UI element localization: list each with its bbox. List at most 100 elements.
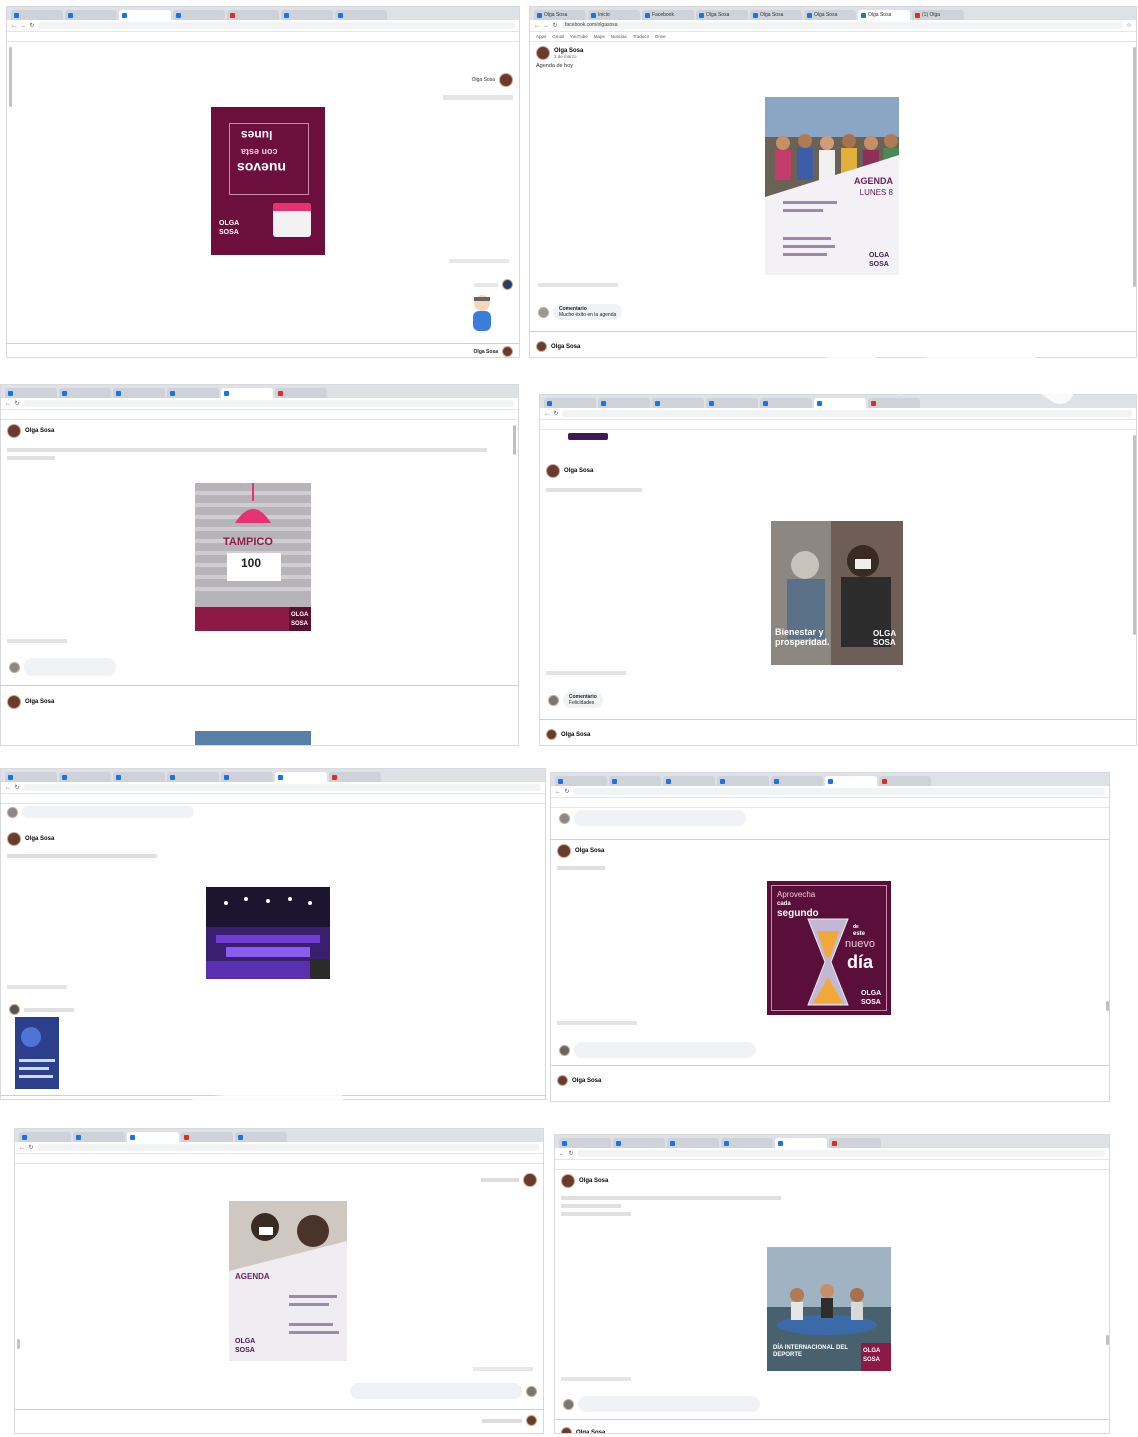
avatar[interactable]	[546, 464, 560, 478]
url-input[interactable]	[23, 400, 514, 407]
post-image[interactable]: AGENDA LUNES 8 OLGA SOSA	[765, 97, 899, 275]
reload-icon[interactable]: ↻	[564, 788, 570, 795]
avatar[interactable]	[561, 1427, 572, 1433]
avatar[interactable]	[502, 279, 513, 290]
url-input[interactable]	[23, 784, 541, 791]
back-icon[interactable]: ←	[534, 23, 540, 29]
browser-tab[interactable]	[59, 388, 111, 398]
url-input[interactable]	[577, 1150, 1105, 1157]
post-timestamp[interactable]: 2 de marzo	[554, 54, 583, 59]
reload-icon[interactable]: ↻	[552, 22, 558, 29]
scrollbar[interactable]	[17, 1339, 20, 1349]
browser-tab[interactable]	[11, 10, 63, 20]
browser-tab[interactable]: Olga Sosa	[804, 10, 856, 20]
bookmark-item[interactable]: Traducir	[633, 34, 649, 39]
star-icon[interactable]: ☆	[1126, 22, 1132, 29]
post-author-name[interactable]: Olga Sosa	[25, 699, 54, 705]
browser-tab[interactable]	[663, 776, 715, 786]
browser-tab[interactable]	[173, 10, 225, 20]
reload-icon[interactable]: ↻	[553, 410, 559, 417]
scrollbar[interactable]	[9, 47, 12, 107]
back-icon[interactable]: ←	[559, 1151, 565, 1157]
browser-tab[interactable]	[59, 772, 111, 782]
browser-tab[interactable]	[717, 776, 769, 786]
browser-tab[interactable]: Olga Sosa	[858, 10, 910, 20]
post-image[interactable]: Aprovecha cada segundo de este nuevo día…	[767, 881, 891, 1015]
browser-tab[interactable]: Facebook	[642, 10, 694, 20]
post-author-name[interactable]: Olga Sosa	[561, 732, 590, 738]
reload-icon[interactable]: ↻	[14, 400, 20, 407]
browser-tab[interactable]	[829, 1138, 881, 1148]
post-image[interactable]	[195, 731, 311, 745]
browser-tab[interactable]	[167, 388, 219, 398]
reload-icon[interactable]: ↻	[29, 22, 35, 29]
browser-tab[interactable]	[119, 10, 171, 20]
browser-tab[interactable]	[181, 1132, 233, 1142]
back-icon[interactable]: ←	[555, 789, 561, 795]
avatar[interactable]	[523, 1173, 537, 1187]
bookmark-item[interactable]: Drive	[655, 34, 666, 39]
browser-tab[interactable]	[167, 772, 219, 782]
browser-tab[interactable]	[5, 772, 57, 782]
post-author-name[interactable]: Olga Sosa	[576, 1430, 605, 1434]
avatar[interactable]	[536, 46, 550, 60]
post-author-name[interactable]: Olga Sosa	[575, 848, 604, 854]
avatar[interactable]	[526, 1415, 537, 1426]
browser-tab[interactable]	[5, 388, 57, 398]
browser-tab[interactable]: Olga Sosa	[696, 10, 748, 20]
url-input[interactable]	[562, 410, 1132, 417]
back-icon[interactable]: ←	[11, 23, 17, 29]
scrollbar[interactable]	[1133, 47, 1136, 287]
post-author-name[interactable]: Olga Sosa	[25, 428, 54, 434]
browser-tab[interactable]	[555, 776, 607, 786]
post-author-name[interactable]	[482, 1418, 522, 1423]
browser-tab[interactable]	[275, 772, 327, 782]
post-author-name[interactable]: Olga Sosa	[472, 77, 495, 83]
scrollbar[interactable]	[513, 425, 516, 455]
post-author-name[interactable]	[481, 1178, 519, 1182]
browser-tab[interactable]	[879, 776, 931, 786]
browser-tab[interactable]	[613, 1138, 665, 1148]
browser-tab[interactable]	[706, 398, 758, 408]
bookmark-item[interactable]: Noticias	[611, 34, 627, 39]
url-input[interactable]: facebook.com/olgasosa	[561, 22, 1123, 29]
avatar[interactable]	[538, 306, 549, 318]
browser-tab[interactable]	[771, 776, 823, 786]
avatar[interactable]	[526, 1385, 537, 1397]
post-author-name[interactable]: Olga Sosa	[25, 836, 54, 842]
back-icon[interactable]: ←	[544, 411, 550, 417]
browser-tab[interactable]	[760, 398, 812, 408]
post-image[interactable]: lunes con esta nuevos OLGA SOSA	[211, 107, 325, 255]
browser-tab[interactable]	[335, 10, 387, 20]
post-author-name[interactable]: Olga Sosa	[564, 468, 593, 474]
comment-image[interactable]	[15, 1017, 59, 1089]
browser-tab[interactable]	[127, 1132, 179, 1142]
avatar[interactable]	[9, 661, 20, 673]
scrollbar[interactable]	[1133, 435, 1136, 635]
browser-tab[interactable]: (1) Olga	[912, 10, 964, 20]
post-image[interactable]: AGENDA OLGA SOSA	[229, 1201, 347, 1361]
browser-tab[interactable]	[559, 1138, 611, 1148]
forward-icon[interactable]: →	[543, 23, 549, 29]
avatar[interactable]	[536, 341, 547, 352]
browser-tab[interactable]	[775, 1138, 827, 1148]
browser-tab[interactable]	[221, 388, 273, 398]
scrollbar[interactable]	[1106, 1001, 1109, 1011]
reload-icon[interactable]: ↻	[568, 1150, 574, 1157]
browser-tab[interactable]	[721, 1138, 773, 1148]
bookmark-item[interactable]: Gmail	[552, 34, 564, 39]
browser-tab[interactable]	[19, 1132, 71, 1142]
browser-tab[interactable]	[667, 1138, 719, 1148]
forward-icon[interactable]: →	[20, 23, 26, 29]
avatar[interactable]	[559, 812, 570, 824]
avatar[interactable]	[559, 1044, 570, 1056]
avatar[interactable]	[7, 832, 21, 846]
bookmark-item[interactable]: YouTube	[570, 34, 588, 39]
browser-tab[interactable]	[73, 1132, 125, 1142]
back-icon[interactable]: ←	[5, 401, 11, 407]
browser-tab[interactable]	[329, 772, 381, 782]
bookmark-item[interactable]: Maps	[594, 34, 605, 39]
reload-icon[interactable]: ↻	[14, 784, 20, 791]
browser-tab[interactable]	[275, 388, 327, 398]
post-image[interactable]: TAMPICO 100 OLGA SOSA	[195, 483, 311, 631]
